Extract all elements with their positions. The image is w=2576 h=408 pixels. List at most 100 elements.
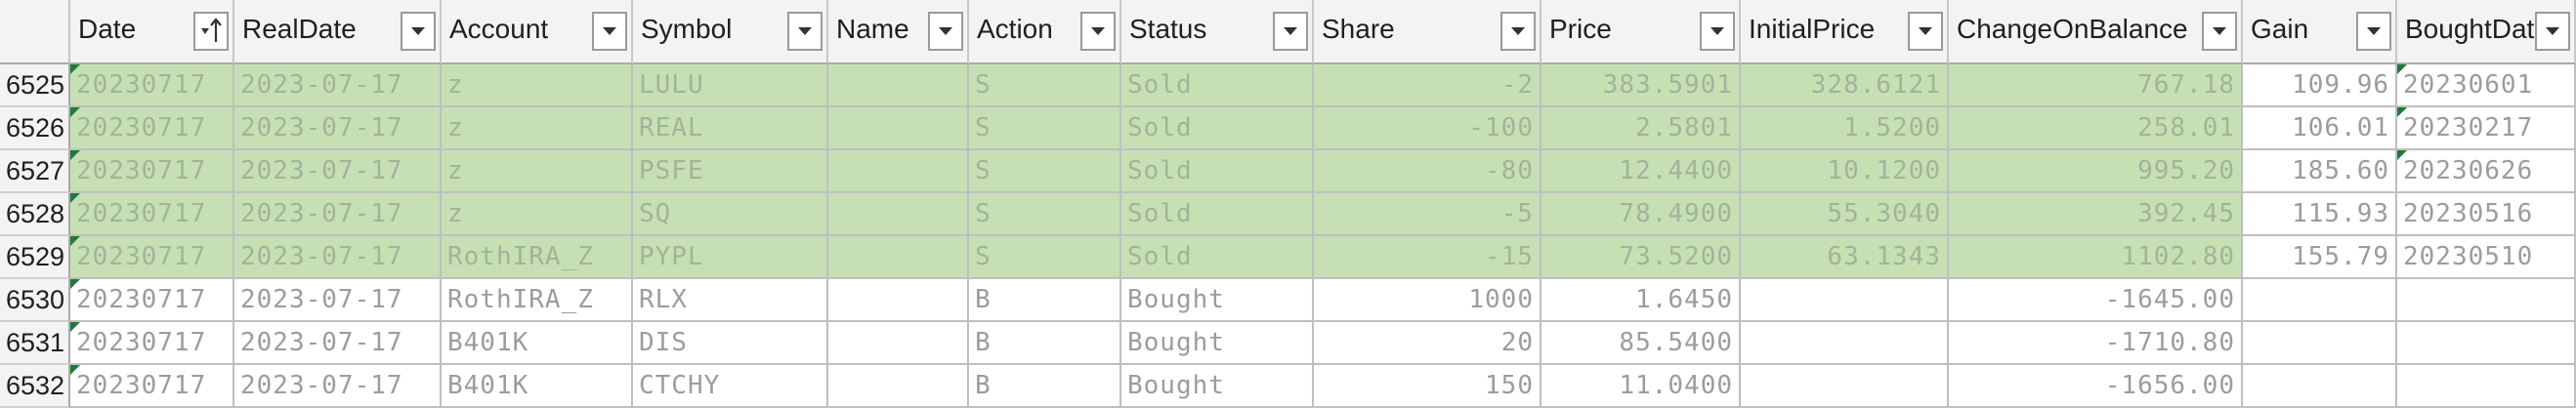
cell-boughtdate[interactable] [2397,322,2576,365]
cell-account[interactable]: z [442,193,633,236]
cell-date[interactable]: 20230717 [70,64,234,107]
cell-gain[interactable]: 115.93 [2243,193,2397,236]
row-number[interactable]: 6532 [0,365,70,408]
filter-dropdown-button[interactable] [1908,12,1943,51]
cell-action[interactable]: S [969,193,1121,236]
cell-symbol[interactable]: DIS [633,322,828,365]
cell-gain[interactable]: 106.01 [2243,107,2397,150]
cell-share[interactable]: 1000 [1314,279,1541,322]
cell-symbol[interactable]: SQ [633,193,828,236]
cell-account[interactable]: z [442,150,633,193]
column-header-realdate[interactable]: RealDate [234,0,442,64]
row-number[interactable]: 6527 [0,150,70,193]
column-header-initialprice[interactable]: InitialPrice [1741,0,1949,64]
cell-share[interactable]: -80 [1314,150,1541,193]
cell-price[interactable]: 73.5200 [1541,236,1741,279]
cell-name[interactable] [828,279,969,322]
row-number[interactable]: 6530 [0,279,70,322]
cell-account[interactable]: z [442,64,633,107]
cell-symbol[interactable]: PSFE [633,150,828,193]
column-header-price[interactable]: Price [1541,0,1741,64]
filter-dropdown-button[interactable] [1273,12,1308,51]
cell-share[interactable]: -15 [1314,236,1541,279]
cell-realdate[interactable]: 2023-07-17 [234,279,442,322]
cell-boughtdate[interactable] [2397,279,2576,322]
row-number[interactable]: 6529 [0,236,70,279]
row-number[interactable]: 6531 [0,322,70,365]
column-header-boughtdate[interactable]: BoughtDat [2397,0,2576,64]
cell-account[interactable]: z [442,107,633,150]
cell-status[interactable]: Sold [1121,150,1314,193]
cell-date[interactable]: 20230717 [70,365,234,408]
filter-dropdown-button[interactable] [1700,12,1735,51]
cell-name[interactable] [828,64,969,107]
cell-initialprice[interactable]: 55.3040 [1741,193,1949,236]
filter-dropdown-button[interactable] [787,12,823,51]
cell-boughtdate[interactable]: 20230217 [2397,107,2576,150]
cell-price[interactable]: 11.0400 [1541,365,1741,408]
cell-status[interactable]: Bought [1121,279,1314,322]
filter-dropdown-button[interactable] [1080,12,1116,51]
cell-share[interactable]: -100 [1314,107,1541,150]
cell-account[interactable]: RothIRA_Z [442,279,633,322]
column-header-action[interactable]: Action [969,0,1121,64]
select-all-corner[interactable] [0,0,70,64]
cell-changeonbalance[interactable]: -1710.80 [1949,322,2243,365]
cell-gain[interactable]: 185.60 [2243,150,2397,193]
cell-initialprice[interactable] [1741,279,1949,322]
cell-action[interactable]: S [969,236,1121,279]
cell-account[interactable]: B401K [442,322,633,365]
cell-date[interactable]: 20230717 [70,193,234,236]
column-header-symbol[interactable]: Symbol [633,0,828,64]
cell-gain[interactable] [2243,279,2397,322]
cell-realdate[interactable]: 2023-07-17 [234,236,442,279]
cell-status[interactable]: Sold [1121,236,1314,279]
cell-changeonbalance[interactable]: -1645.00 [1949,279,2243,322]
cell-share[interactable]: 20 [1314,322,1541,365]
filter-dropdown-button[interactable] [2356,12,2391,51]
cell-action[interactable]: B [969,322,1121,365]
cell-price[interactable]: 12.4400 [1541,150,1741,193]
cell-date[interactable]: 20230717 [70,322,234,365]
cell-date[interactable]: 20230717 [70,150,234,193]
cell-realdate[interactable]: 2023-07-17 [234,64,442,107]
filter-dropdown-button[interactable] [928,12,963,51]
cell-gain[interactable] [2243,322,2397,365]
column-header-status[interactable]: Status [1121,0,1314,64]
cell-initialprice[interactable]: 63.1343 [1741,236,1949,279]
cell-gain[interactable]: 155.79 [2243,236,2397,279]
cell-action[interactable]: B [969,279,1121,322]
row-number[interactable]: 6526 [0,107,70,150]
cell-symbol[interactable]: REAL [633,107,828,150]
cell-name[interactable] [828,236,969,279]
cell-gain[interactable]: 109.96 [2243,64,2397,107]
cell-status[interactable]: Sold [1121,107,1314,150]
cell-initialprice[interactable] [1741,365,1949,408]
cell-name[interactable] [828,107,969,150]
cell-initialprice[interactable]: 1.5200 [1741,107,1949,150]
cell-action[interactable]: S [969,107,1121,150]
filter-dropdown-button[interactable] [2202,12,2237,51]
row-number[interactable]: 6528 [0,193,70,236]
cell-name[interactable] [828,193,969,236]
cell-name[interactable] [828,150,969,193]
cell-realdate[interactable]: 2023-07-17 [234,365,442,408]
cell-boughtdate[interactable]: 20230601 [2397,64,2576,107]
cell-status[interactable]: Bought [1121,365,1314,408]
cell-name[interactable] [828,322,969,365]
cell-date[interactable]: 20230717 [70,236,234,279]
cell-price[interactable]: 383.5901 [1541,64,1741,107]
cell-realdate[interactable]: 2023-07-17 [234,322,442,365]
cell-share[interactable]: -2 [1314,64,1541,107]
sort-filter-button[interactable] [193,12,229,51]
cell-date[interactable]: 20230717 [70,279,234,322]
column-header-name[interactable]: Name [828,0,969,64]
cell-symbol[interactable]: LULU [633,64,828,107]
cell-boughtdate[interactable]: 20230516 [2397,193,2576,236]
cell-symbol[interactable]: PYPL [633,236,828,279]
cell-changeonbalance[interactable]: 767.18 [1949,64,2243,107]
cell-date[interactable]: 20230717 [70,107,234,150]
cell-action[interactable]: S [969,64,1121,107]
column-header-gain[interactable]: Gain [2243,0,2397,64]
filter-dropdown-button[interactable] [2535,12,2570,51]
